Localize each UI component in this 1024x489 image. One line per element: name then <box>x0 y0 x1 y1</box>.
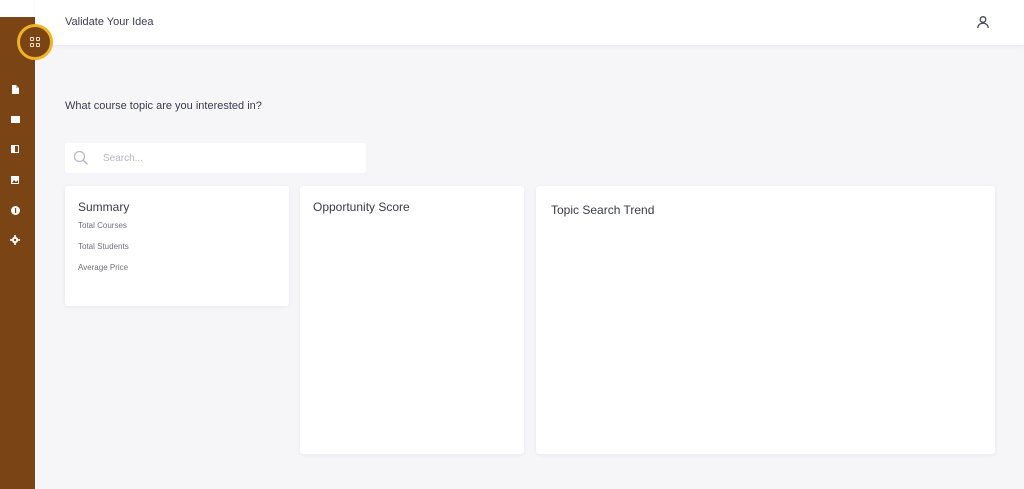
summary-title: Summary <box>78 200 130 214</box>
document-icon <box>12 84 19 94</box>
sidebar-item-info[interactable] <box>9 204 21 216</box>
opportunity-score-card: Opportunity Score <box>300 186 524 454</box>
info-icon <box>10 205 20 215</box>
sidebar-item-square[interactable] <box>9 113 21 125</box>
header: Validate Your Idea <box>35 0 1024 46</box>
user-icon[interactable] <box>976 15 990 29</box>
sidebar-item-document[interactable] <box>9 83 21 95</box>
topic-search-trend-card: Topic Search Trend <box>536 186 995 454</box>
search-box[interactable] <box>65 143 366 173</box>
grid-icon <box>30 37 40 47</box>
sidebar-item-half-square[interactable] <box>9 143 21 155</box>
search-input[interactable] <box>103 149 353 167</box>
sidebar-item-image[interactable] <box>9 174 21 186</box>
opportunity-score-title: Opportunity Score <box>313 200 410 214</box>
topic-search-trend-title: Topic Search Trend <box>551 203 655 217</box>
summary-card: Summary Total Courses Total Students Ave… <box>65 186 289 306</box>
topic-question: What course topic are you interested in? <box>65 100 262 112</box>
gear-icon <box>10 235 20 245</box>
page-title: Validate Your Idea <box>65 16 154 28</box>
square-icon <box>10 115 20 123</box>
stat-total-students: Total Students <box>78 242 129 251</box>
app-menu-button[interactable] <box>17 24 53 60</box>
half-square-icon <box>11 145 19 153</box>
search-icon <box>73 150 88 165</box>
sidebar-top-strip <box>0 0 35 17</box>
image-icon <box>11 176 19 184</box>
stat-average-price: Average Price <box>78 263 129 272</box>
sidebar <box>0 17 35 489</box>
stat-total-courses: Total Courses <box>78 221 127 230</box>
sidebar-item-settings[interactable] <box>9 234 21 246</box>
